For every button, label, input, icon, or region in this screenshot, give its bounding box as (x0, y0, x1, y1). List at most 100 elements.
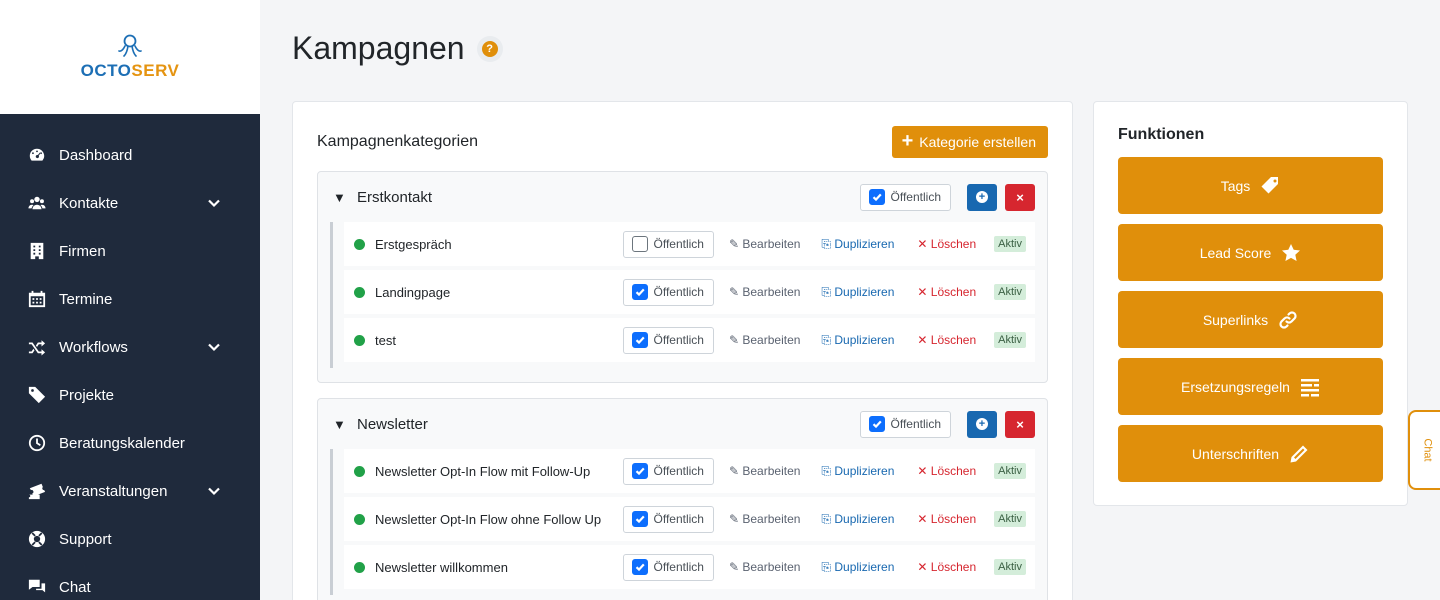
campaign-list: Erstgespräch Öffentlich ✎ Bearbeiten ⎘ D… (330, 222, 1047, 368)
sidebar-item-workflows[interactable]: Workflows (0, 323, 260, 371)
replacement-rules-button[interactable]: Ersetzungsregeln (1118, 358, 1383, 415)
duplicate-link[interactable]: ⎘ Duplizieren (821, 237, 894, 252)
superlinks-button[interactable]: Superlinks (1118, 291, 1383, 348)
sidebar-item-firmen[interactable]: Firmen (0, 227, 260, 275)
public-checkbox[interactable]: Öffentlich (859, 410, 951, 438)
text-align-icon (1300, 378, 1319, 396)
status-badge: Aktiv (994, 236, 1026, 252)
duplicate-link[interactable]: ⎘ Duplizieren (821, 285, 894, 300)
collapse-triangle-icon[interactable]: ▼ (333, 190, 353, 205)
delete-link[interactable]: ✕ Löschen (917, 285, 976, 299)
campaign-name[interactable]: Newsletter Opt-In Flow mit Follow-Up (375, 464, 623, 479)
chat-tab[interactable]: Chat (1408, 410, 1440, 490)
campaign-name[interactable]: Newsletter Opt-In Flow ohne Follow Up (375, 512, 623, 527)
chevron-down-icon (207, 484, 223, 498)
card-header: Kampagnenkategorien + Kategorie erstelle… (317, 126, 1048, 158)
edit-link[interactable]: ✎ Bearbeiten (729, 285, 800, 299)
checkbox-checked-icon[interactable] (868, 416, 885, 432)
duplicate-link[interactable]: ⎘ Duplizieren (821, 560, 894, 575)
campaign-name[interactable]: Landingpage (375, 285, 623, 300)
calendar-icon (28, 290, 46, 308)
category-name: Erstkontakt (357, 188, 433, 206)
sidebar-nav: Dashboard Kontakte Firmen Termine Workfl… (0, 114, 260, 600)
delete-link[interactable]: ✕ Löschen (917, 512, 976, 526)
delete-link[interactable]: ✕ Löschen (917, 333, 976, 347)
checkbox-checked-icon[interactable] (631, 559, 648, 575)
tags-button[interactable]: Tags (1118, 157, 1383, 214)
status-dot (354, 286, 365, 298)
link-icon (1279, 310, 1297, 329)
campaign-name[interactable]: Erstgespräch (375, 237, 623, 252)
add-campaign-button[interactable]: + (967, 183, 997, 211)
public-checkbox[interactable]: Öffentlich (622, 457, 714, 485)
sidebar-item-projekte[interactable]: Projekte (0, 371, 260, 419)
delete-category-button[interactable]: × (1005, 183, 1035, 211)
signatures-button[interactable]: Unterschriften (1118, 425, 1383, 482)
delete-category-button[interactable]: × (1005, 410, 1035, 438)
public-checkbox[interactable]: Öffentlich (622, 278, 714, 306)
edit-link[interactable]: ✎ Bearbeiten (729, 464, 800, 478)
public-checkbox[interactable]: Öffentlich (622, 553, 714, 581)
checkbox-unchecked-icon[interactable] (631, 236, 648, 252)
checkbox-checked-icon[interactable] (868, 189, 885, 205)
functions-title: Funktionen (1118, 126, 1205, 143)
edit-link[interactable]: ✎ Bearbeiten (729, 560, 800, 574)
page-header: Kampagnen ? (292, 30, 503, 67)
duplicate-link[interactable]: ⎘ Duplizieren (821, 333, 894, 348)
logo[interactable]: OCTOSERV (0, 0, 260, 114)
status-dot (354, 238, 365, 250)
status-badge: Aktiv (994, 511, 1026, 527)
lifebuoy-icon (28, 530, 46, 548)
help-question-mark: ? (481, 40, 498, 57)
public-checkbox[interactable]: Öffentlich (622, 230, 714, 258)
lead-score-button[interactable]: Lead Score (1118, 224, 1383, 281)
status-badge: Aktiv (994, 332, 1026, 348)
close-icon: × (1016, 189, 1024, 205)
chevron-down-icon (207, 340, 223, 354)
public-checkbox[interactable]: Öffentlich (622, 326, 714, 354)
status-dot (354, 561, 365, 573)
campaign-row: Newsletter Opt-In Flow ohne Follow Up Öf… (344, 497, 1035, 541)
edit-link[interactable]: ✎ Bearbeiten (729, 333, 800, 347)
checkbox-checked-icon[interactable] (631, 332, 648, 348)
checkbox-checked-icon[interactable] (631, 511, 648, 527)
add-campaign-button[interactable]: + (967, 410, 997, 438)
checkbox-checked-icon[interactable] (631, 463, 648, 479)
close-icon: × (1016, 416, 1024, 432)
collapse-triangle-icon[interactable]: ▼ (333, 417, 353, 432)
help-icon[interactable]: ? (476, 35, 503, 62)
sidebar-item-support[interactable]: Support (0, 515, 260, 563)
delete-link[interactable]: ✕ Löschen (917, 560, 976, 574)
sidebar-item-termine[interactable]: Termine (0, 275, 260, 323)
sidebar-item-chat[interactable]: Chat (0, 563, 260, 600)
star-icon (1282, 243, 1301, 261)
edit-link[interactable]: ✎ Bearbeiten (729, 512, 800, 526)
public-checkbox[interactable]: Öffentlich (859, 183, 951, 211)
delete-link[interactable]: ✕ Löschen (917, 237, 976, 251)
pencil-icon (1290, 445, 1308, 462)
sidebar-item-beratungskalender[interactable]: Beratungskalender (0, 419, 260, 467)
campaign-list: Newsletter Opt-In Flow mit Follow-Up Öff… (330, 449, 1047, 595)
category-header[interactable]: ▼ Newsletter Öffentlich + × (318, 399, 1047, 449)
checkbox-checked-icon[interactable] (631, 284, 648, 300)
campaign-row: Erstgespräch Öffentlich ✎ Bearbeiten ⎘ D… (344, 222, 1035, 266)
edit-link[interactable]: ✎ Bearbeiten (729, 237, 800, 251)
campaign-row: Landingpage Öffentlich ✎ Bearbeiten ⎘ Du… (344, 270, 1035, 314)
chat-tab-label: Chat (1422, 438, 1434, 462)
duplicate-link[interactable]: ⎘ Duplizieren (821, 512, 894, 527)
campaign-row: test Öffentlich ✎ Bearbeiten ⎘ Duplizier… (344, 318, 1035, 362)
sidebar-item-kontakte[interactable]: Kontakte (0, 179, 260, 227)
folder-icon (28, 386, 46, 404)
create-category-button[interactable]: + Kategorie erstellen (891, 126, 1048, 158)
shuffle-icon (28, 338, 46, 356)
delete-link[interactable]: ✕ Löschen (917, 464, 976, 478)
status-badge: Aktiv (994, 463, 1026, 479)
chevron-down-icon (207, 196, 223, 210)
sidebar-item-dashboard[interactable]: Dashboard (0, 131, 260, 179)
campaign-name[interactable]: test (375, 333, 623, 348)
campaign-name[interactable]: Newsletter willkommen (375, 560, 623, 575)
public-checkbox[interactable]: Öffentlich (622, 505, 714, 533)
duplicate-link[interactable]: ⎘ Duplizieren (821, 464, 894, 479)
sidebar-item-veranstaltungen[interactable]: Veranstaltungen (0, 467, 260, 515)
category-header[interactable]: ▼ Erstkontakt Öffentlich + × (318, 172, 1047, 222)
